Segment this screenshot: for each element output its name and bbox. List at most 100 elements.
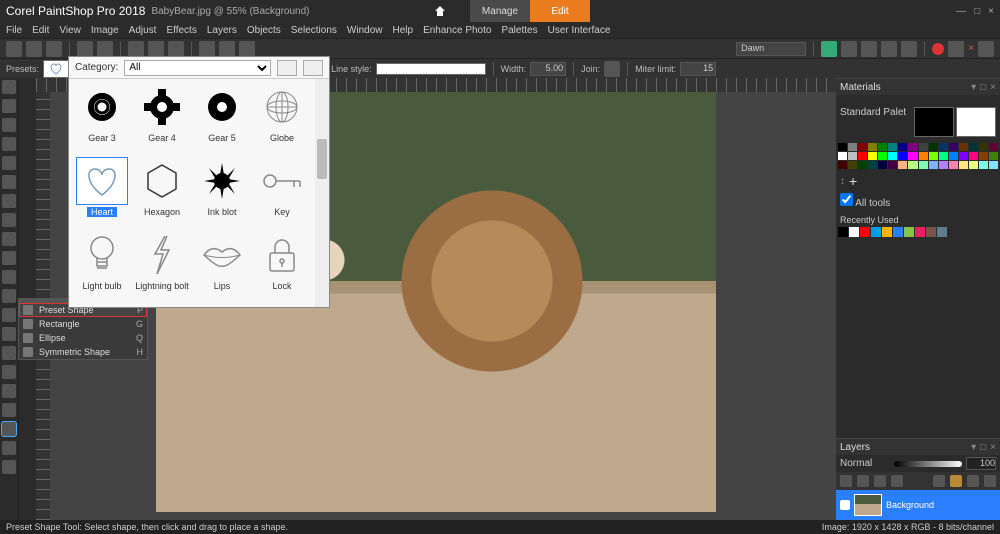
actual-icon[interactable]: [239, 41, 255, 57]
cut-icon[interactable]: [128, 41, 144, 57]
width-input[interactable]: 5.00: [530, 62, 566, 76]
shape-key[interactable]: Key: [253, 157, 311, 229]
tool-scratch[interactable]: [2, 308, 16, 322]
save-script-icon[interactable]: [978, 41, 994, 57]
dup-layer-icon[interactable]: [891, 475, 903, 487]
panel-menu-icon[interactable]: ▾: [971, 82, 976, 93]
menu-effects[interactable]: Effects: [166, 25, 196, 36]
swatch[interactable]: [969, 152, 978, 160]
delete-layer-icon[interactable]: [967, 475, 979, 487]
swatch[interactable]: [989, 143, 998, 151]
tool-clone[interactable]: [2, 289, 16, 303]
shape-ink-blot[interactable]: Ink blot: [193, 157, 251, 229]
home-button[interactable]: [410, 0, 470, 22]
swatch[interactable]: [908, 143, 917, 151]
swatch[interactable]: [848, 152, 857, 160]
swatch[interactable]: [908, 152, 917, 160]
new-group-icon[interactable]: [874, 475, 886, 487]
swatch[interactable]: [959, 143, 968, 151]
recent-swatch[interactable]: [882, 227, 892, 237]
palette-style-dropdown[interactable]: Standard Palet: [840, 107, 910, 137]
shape-heart[interactable]: Heart: [73, 157, 131, 229]
swatch[interactable]: [888, 152, 897, 160]
menu-layers[interactable]: Layers: [207, 25, 237, 36]
add-swatch-icon[interactable]: +: [849, 173, 857, 189]
flyout-rectangle[interactable]: RectangleG: [19, 317, 147, 331]
swatch[interactable]: [868, 143, 877, 151]
swatch[interactable]: [939, 152, 948, 160]
swatch[interactable]: [888, 143, 897, 151]
foreground-swatch[interactable]: [914, 107, 954, 137]
recent-swatch[interactable]: [937, 227, 947, 237]
tool-airbrush[interactable]: [2, 346, 16, 360]
tool-zoom[interactable]: [2, 99, 16, 113]
swatch[interactable]: [949, 161, 958, 169]
recent-swatch[interactable]: [926, 227, 936, 237]
tool-dropper[interactable]: [2, 175, 16, 189]
maximize-button[interactable]: □: [974, 6, 980, 17]
large-thumbs-button[interactable]: [277, 60, 297, 76]
flyout-symmetric[interactable]: Symmetric ShapeH: [19, 345, 147, 359]
swatch[interactable]: [989, 161, 998, 169]
panel-undock-icon[interactable]: □: [980, 82, 986, 93]
swatch[interactable]: [969, 143, 978, 151]
tool-move[interactable]: [2, 137, 16, 151]
shape-gear-3[interactable]: Gear 3: [73, 83, 131, 155]
swatch[interactable]: [898, 161, 907, 169]
redo-icon[interactable]: [97, 41, 113, 57]
swatch[interactable]: [888, 161, 897, 169]
opacity-value[interactable]: 100: [966, 457, 996, 470]
recent-swatch[interactable]: [871, 227, 881, 237]
merge-icon[interactable]: [984, 475, 996, 487]
manage-tab[interactable]: Manage: [470, 0, 530, 22]
tool-pan[interactable]: [2, 80, 16, 94]
toggle-icon[interactable]: ↕: [840, 176, 845, 187]
close-button[interactable]: ×: [988, 6, 994, 17]
swatch[interactable]: [989, 152, 998, 160]
swatch[interactable]: [979, 143, 988, 151]
edit-tab[interactable]: Edit: [530, 0, 590, 22]
fit-icon[interactable]: [219, 41, 235, 57]
swatch[interactable]: [838, 143, 847, 151]
tool-makeover[interactable]: [2, 270, 16, 284]
swatch[interactable]: [969, 161, 978, 169]
small-thumbs-button[interactable]: [303, 60, 323, 76]
swatch[interactable]: [858, 152, 867, 160]
line-style-swatch[interactable]: [376, 63, 486, 75]
swatch[interactable]: [939, 143, 948, 151]
shape-light-bulb[interactable]: Light bulb: [73, 231, 131, 303]
swatch[interactable]: [838, 161, 847, 169]
recent-swatch[interactable]: [915, 227, 925, 237]
minimize-button[interactable]: —: [956, 6, 966, 17]
new-layer-icon[interactable]: [840, 475, 852, 487]
menu-objects[interactable]: Objects: [247, 25, 281, 36]
layers-close-icon[interactable]: ×: [990, 442, 996, 453]
swatch[interactable]: [929, 161, 938, 169]
tool-crop[interactable]: [2, 194, 16, 208]
preset-dropdown[interactable]: Dawn: [736, 42, 806, 56]
category-select[interactable]: All: [124, 60, 271, 76]
menu-edit[interactable]: Edit: [32, 25, 49, 36]
menu-selections[interactable]: Selections: [291, 25, 337, 36]
tool-light[interactable]: [2, 365, 16, 379]
menu-ui[interactable]: User Interface: [548, 25, 611, 36]
recent-swatch[interactable]: [849, 227, 859, 237]
swatch[interactable]: [838, 152, 847, 160]
flyout-ellipse[interactable]: EllipseQ: [19, 331, 147, 345]
tool-smart-edge[interactable]: [2, 460, 16, 474]
tool-straighten[interactable]: [2, 213, 16, 227]
recent-swatch[interactable]: [904, 227, 914, 237]
new-icon[interactable]: [6, 41, 22, 57]
blend-mode-dropdown[interactable]: Normal: [840, 458, 890, 469]
all-tools-checkbox[interactable]: [840, 193, 853, 206]
shape-lips[interactable]: Lips: [193, 231, 251, 303]
script3-icon[interactable]: [881, 41, 897, 57]
script-icon[interactable]: [841, 41, 857, 57]
popup-scrollbar[interactable]: [315, 79, 329, 307]
swatch[interactable]: [848, 143, 857, 151]
swatch[interactable]: [848, 161, 857, 169]
swatch[interactable]: [979, 161, 988, 169]
swatch[interactable]: [878, 161, 887, 169]
tool-pick[interactable]: [2, 118, 16, 132]
save-icon[interactable]: [46, 41, 62, 57]
